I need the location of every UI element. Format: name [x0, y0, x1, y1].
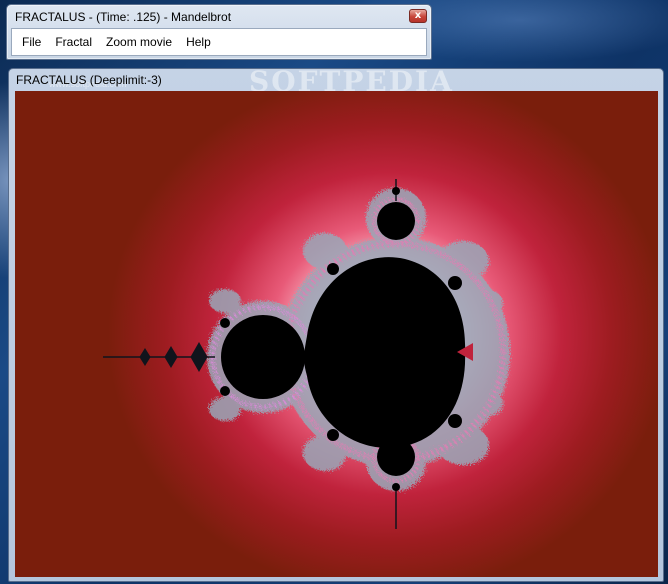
- menu-bar: File Fractal Zoom movie Help: [11, 28, 427, 56]
- menu-fractal[interactable]: Fractal: [48, 31, 99, 53]
- fractal-canvas[interactable]: [15, 91, 658, 577]
- fractal-window: SOFTPEDIA www.softpedia.com FRACTALUS (D…: [8, 65, 664, 582]
- mandelbrot-image: [103, 179, 510, 529]
- menu-help[interactable]: Help: [179, 31, 218, 53]
- main-window: FRACTALUS - (Time: .125) - Mandelbrot x …: [6, 4, 432, 60]
- close-icon: x: [414, 10, 422, 21]
- close-button[interactable]: x: [409, 9, 427, 23]
- fractal-window-title: FRACTALUS (Deeplimit:-3): [16, 73, 162, 87]
- menu-zoom-movie[interactable]: Zoom movie: [99, 31, 179, 53]
- main-window-title: FRACTALUS - (Time: .125) - Mandelbrot: [15, 10, 232, 24]
- menu-file[interactable]: File: [15, 31, 48, 53]
